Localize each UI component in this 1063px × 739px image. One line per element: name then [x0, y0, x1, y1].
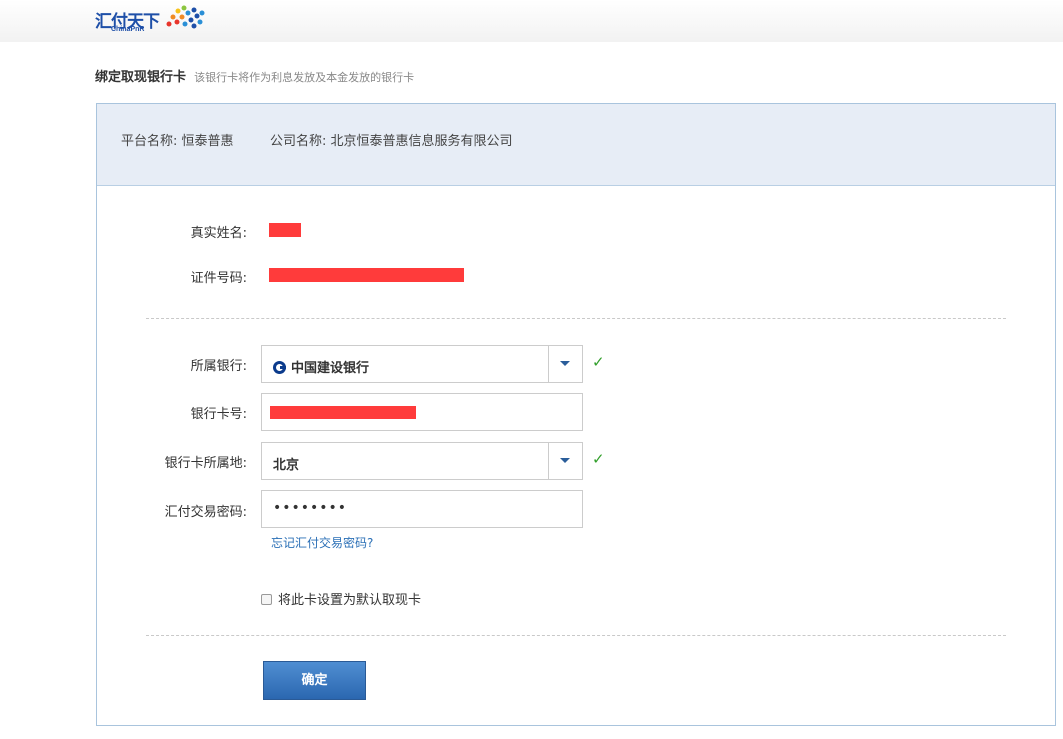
page-title: 绑定取现银行卡	[95, 70, 187, 85]
card-location-select[interactable]: 北京	[261, 442, 583, 480]
bank-name: 中国建设银行	[291, 361, 370, 376]
platform-label: 平台名称:	[121, 134, 178, 149]
page-subtitle: 该银行卡将作为利息发放及本金发放的银行卡	[194, 71, 415, 84]
card-location-dropdown-toggle[interactable]	[548, 443, 582, 479]
forgot-password-link[interactable]: 忘记汇付交易密码?	[271, 534, 373, 551]
divider	[146, 318, 1006, 319]
bank-select-value: 中国建设银行	[273, 357, 369, 376]
bank-label: 所属银行:	[190, 359, 247, 374]
real-name-label: 真实姓名:	[190, 226, 247, 241]
bank-dropdown-toggle[interactable]	[548, 346, 582, 382]
card-location-valid-checkmark-icon: ✓	[592, 450, 605, 468]
default-card-checkbox[interactable]	[261, 594, 272, 605]
ccb-bank-icon	[273, 361, 286, 374]
platform-info-bar: 平台名称: 恒泰普惠 公司名称: 北京恒泰普惠信息服务有限公司	[97, 104, 1055, 186]
bank-valid-checkmark-icon: ✓	[592, 353, 605, 371]
card-location-value: 北京	[273, 458, 300, 473]
chevron-down-icon	[560, 458, 570, 463]
password-input[interactable]: ••••••••	[261, 490, 583, 528]
card-number-input[interactable]	[261, 393, 583, 431]
page-heading: 绑定取现银行卡 该银行卡将作为利息发放及本金发放的银行卡	[95, 66, 414, 85]
logo-text-en: ChinaPnR	[111, 26, 145, 33]
id-number-redacted	[269, 268, 464, 282]
company-name: 公司名称: 北京恒泰普惠信息服务有限公司	[270, 130, 513, 149]
real-name-redacted	[269, 223, 301, 237]
card-location-label: 银行卡所属地:	[164, 456, 247, 471]
password-label: 汇付交易密码:	[164, 505, 247, 520]
bind-card-panel: 平台名称: 恒泰普惠 公司名称: 北京恒泰普惠信息服务有限公司 真实姓名: 证件…	[96, 103, 1056, 726]
top-bar: 汇付天下 ChinaPnR	[0, 0, 1063, 42]
card-number-label: 银行卡号:	[190, 407, 247, 422]
platform-name: 平台名称: 恒泰普惠	[121, 130, 234, 149]
confirm-button[interactable]: 确定	[263, 661, 366, 700]
platform-value: 恒泰普惠	[181, 134, 234, 149]
divider	[146, 635, 1006, 636]
logo-mark-icon	[166, 5, 205, 29]
chinapnr-logo[interactable]: 汇付天下 ChinaPnR	[95, 2, 215, 38]
chevron-down-icon	[560, 361, 570, 366]
default-card-label: 将此卡设置为默认取现卡	[278, 593, 422, 608]
id-number-label: 证件号码:	[190, 271, 247, 286]
card-number-redacted	[270, 406, 416, 419]
password-masked-value: ••••••••	[273, 500, 348, 516]
company-value: 北京恒泰普惠信息服务有限公司	[330, 134, 513, 149]
company-label: 公司名称:	[270, 134, 327, 149]
default-card-option[interactable]: 将此卡设置为默认取现卡	[261, 589, 421, 608]
bank-select[interactable]: 中国建设银行	[261, 345, 583, 383]
